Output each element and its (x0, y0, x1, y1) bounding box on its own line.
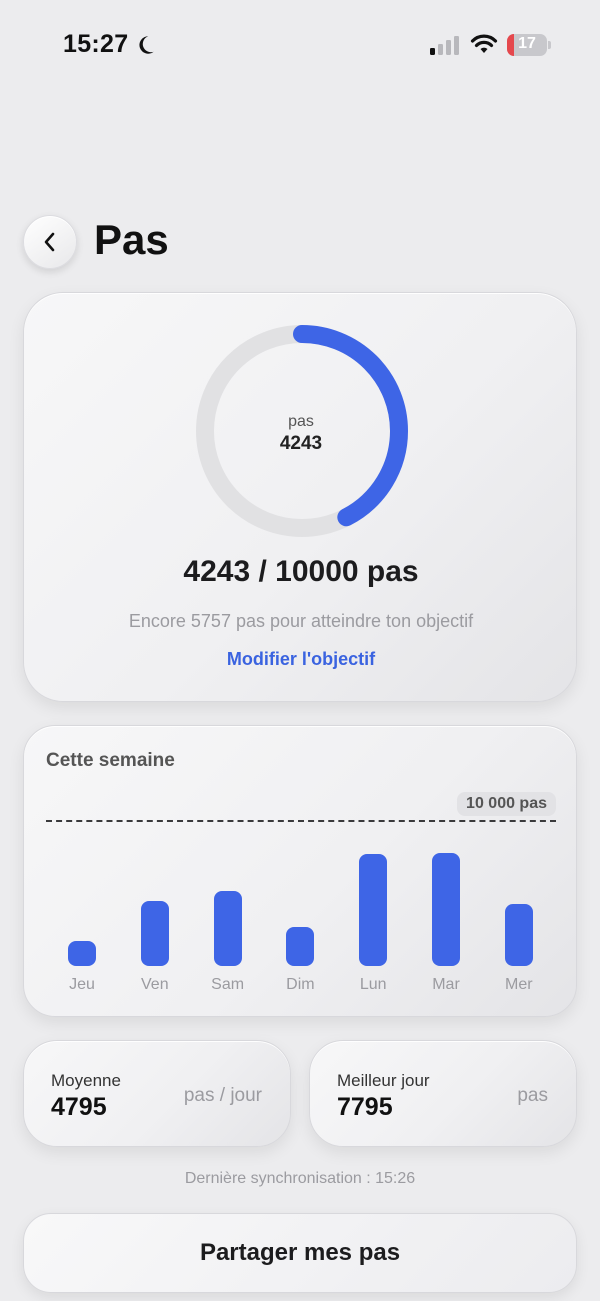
week-card: Cette semaine 10 000 pas Jeu Ven Sam Dim Lun… (23, 725, 577, 1017)
moon-icon (139, 36, 154, 54)
status-bar: 15:27 17 (0, 0, 600, 90)
day-label-jeu: Jeu (69, 976, 95, 993)
ring-value: 4243 (279, 433, 323, 454)
average-value: 4795 (51, 1093, 107, 1121)
goal-card: pas 4243 4243 / 10000 pas Encore 5757 pa… (23, 292, 577, 702)
bar-jeu (68, 941, 96, 966)
goal-summary: 4243 / 10000 pas (183, 555, 419, 588)
bar-mar (432, 852, 460, 966)
best-day-value: 7795 (337, 1093, 393, 1121)
bar-lun (359, 854, 388, 966)
battery-percent: 17 (518, 35, 536, 52)
share-steps-button[interactable]: Partager mes pas (23, 1213, 577, 1293)
best-day-unit: pas (517, 1085, 548, 1106)
battery-cap (548, 41, 551, 49)
day-label-lun: Lun (359, 976, 387, 993)
wifi-icon (470, 34, 498, 53)
status-time: 15:27 (63, 30, 129, 58)
week-bar-chart: Jeu Ven Sam Dim Lun Mar Mer (24, 726, 578, 1018)
bar-ven (140, 900, 169, 966)
average-card: Moyenne 4795 pas / jour (23, 1040, 291, 1147)
average-label: Moyenne (51, 1071, 121, 1090)
sync-status: Dernière synchronisation : 15:26 (184, 1170, 416, 1187)
day-label-dim: Dim (286, 976, 315, 993)
back-button[interactable] (23, 215, 77, 269)
edit-goal-link[interactable]: Modifier l'objectif (24, 649, 578, 670)
battery-indicator: 17 (507, 33, 551, 57)
bar-dim (286, 926, 315, 966)
best-day-card: Meilleur jour 7795 pas (309, 1040, 577, 1147)
goal-remaining-text: Encore 5757 pas pour atteindre ton objec… (128, 611, 474, 631)
bar-mer (504, 904, 533, 966)
page-title: Pas (94, 216, 169, 263)
day-label-ven: Ven (141, 976, 169, 993)
bar-sam (213, 890, 242, 966)
day-label-sam: Sam (211, 976, 245, 993)
cellular-signal-icon (430, 36, 459, 55)
chevron-left-icon (44, 232, 55, 252)
day-label-mer: Mer (505, 976, 533, 993)
ring-label: pas (288, 413, 314, 430)
day-label-mar: Mar (432, 976, 460, 993)
best-day-label: Meilleur jour (337, 1071, 430, 1090)
average-unit: pas / jour (183, 1085, 262, 1106)
progress-ring (196, 325, 408, 537)
